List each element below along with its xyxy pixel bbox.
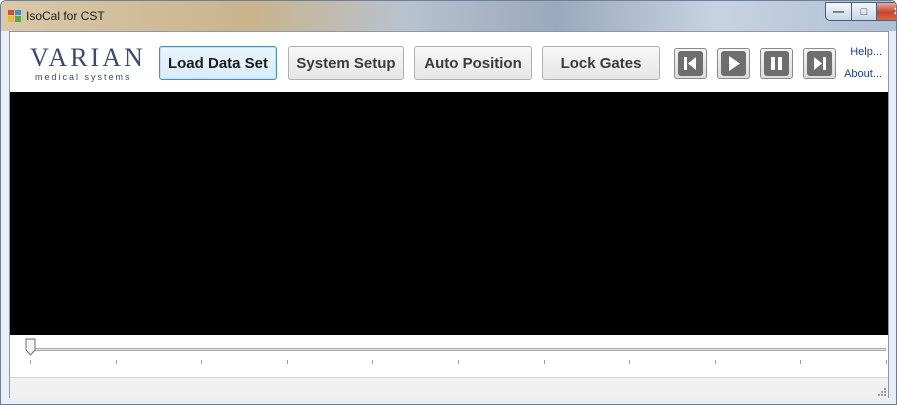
status-bar [10,377,888,398]
load-data-set-button[interactable]: Load Data Set [159,46,277,80]
play-icon [721,51,746,76]
step-back-button[interactable] [674,48,707,79]
about-link[interactable]: About... [844,68,882,80]
slider-tick [800,360,802,364]
varian-logo: VARIAN medical systems [30,44,160,86]
system-setup-button[interactable]: System Setup [288,46,404,80]
logo-tagline: medical systems [35,72,132,82]
slider-tick [458,360,459,364]
application-window: IsoCal for CST — □ ✕ VARIAN medical syst… [0,0,897,405]
maximize-button[interactable]: □ [851,2,877,21]
slider-tick [714,360,716,364]
slider-tick [629,360,631,364]
slider-thumb[interactable] [25,338,36,356]
client-area: VARIAN medical systems Load Data Set Sys… [9,31,889,398]
pause-icon [764,51,789,76]
slider-tick [115,360,117,364]
minimize-icon: — [833,5,844,18]
pause-button[interactable] [760,48,793,79]
slider-tick [372,360,374,364]
title-bar[interactable]: IsoCal for CST — □ ✕ [1,1,896,31]
maximize-icon: □ [860,5,868,18]
slider-tick [886,360,887,364]
app-icon [8,10,21,22]
slider-tick [286,360,288,364]
step-forward-icon [807,51,832,76]
step-forward-button[interactable] [803,48,836,79]
slider-tick [201,360,203,364]
auto-position-button[interactable]: Auto Position [414,46,532,80]
step-back-icon [678,51,703,76]
minimize-button[interactable]: — [825,2,852,21]
slider-track[interactable] [30,348,886,351]
close-button[interactable]: ✕ [876,2,896,21]
window-title: IsoCal for CST [26,9,105,23]
image-display[interactable] [10,92,888,335]
logo-wordmark: VARIAN [30,43,146,72]
lock-gates-button[interactable]: Lock Gates [542,46,660,80]
play-button[interactable] [717,48,750,79]
help-link[interactable]: Help... [850,46,882,58]
close-icon: ✕ [893,5,896,18]
slider-tick [543,360,545,364]
slider-tick [30,360,31,364]
toolbar: VARIAN medical systems Load Data Set Sys… [10,32,888,92]
frame-slider[interactable] [10,335,888,377]
resize-grip-icon[interactable] [876,386,886,396]
